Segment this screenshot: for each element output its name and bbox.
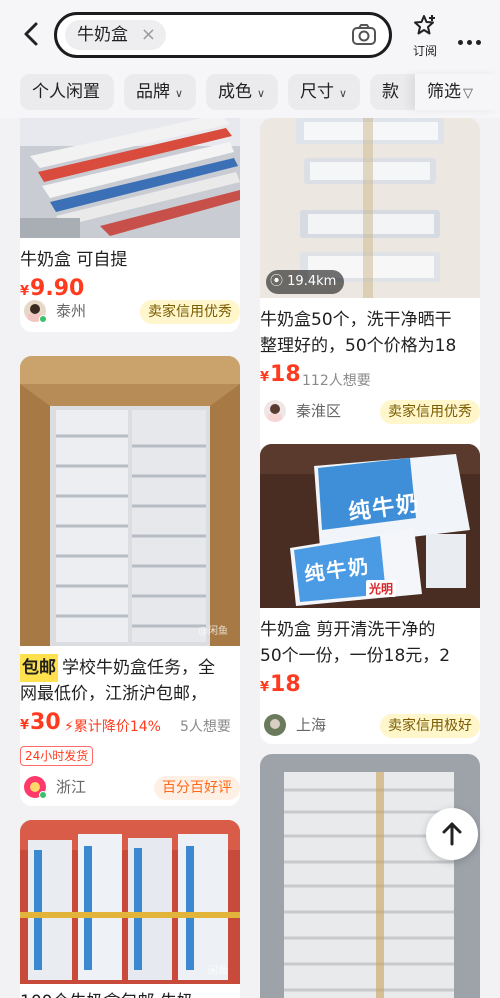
funnel-icon: ▽ <box>463 86 473 101</box>
online-status-dot <box>39 315 47 323</box>
currency-symbol: ¥ <box>260 680 270 695</box>
product-feed: 牛奶盒 可自提 ¥9.90 泰州 卖家信用优秀 ⦿ 19.4km 牛奶盒50个，… <box>0 118 500 998</box>
seller-row[interactable]: 上海 卖家信用极好 <box>264 714 480 742</box>
chevron-down-icon: ∨ <box>339 87 348 100</box>
product-card[interactable]: 闲鱼 100个牛奶盒包邮 牛奶 <box>20 820 240 998</box>
want-count: 112人想要 <box>302 373 371 389</box>
product-title-line-2[interactable]: 50个一份，一份18元，2 <box>260 642 450 670</box>
filter-label: 个人闲置 <box>32 82 100 102</box>
product-image[interactable] <box>20 820 240 984</box>
product-card[interactable]: 牛奶盒 可自提 ¥9.90 泰州 卖家信用优秀 <box>20 118 240 332</box>
star-add-icon <box>414 15 435 35</box>
product-title-line-2[interactable]: 整理好的，50个价格为18 <box>260 332 456 360</box>
product-title-line-2[interactable]: 网最低价，江浙沪包邮， <box>20 680 207 708</box>
price-value: 18 <box>270 362 301 387</box>
product-title-line-1[interactable]: 牛奶盒50个，洗干净晒干 <box>260 306 452 334</box>
subscribe-label: 订阅 <box>412 44 437 58</box>
credit-badge: 卖家信用极好 <box>380 714 480 738</box>
product-price: ¥9.90 <box>20 276 84 301</box>
filter-personal-idle[interactable]: 个人闲置 <box>20 74 114 110</box>
product-price: ¥18 <box>260 672 301 697</box>
filter-condition[interactable]: 成色 ∨ <box>206 74 278 110</box>
price-value: 9.90 <box>30 276 85 301</box>
price-drop-label: ⚡累计降价14% <box>64 716 161 736</box>
seller-location: 浙江 <box>56 778 87 796</box>
product-price: ¥30 <box>20 710 61 735</box>
credit-badge: 卖家信用优秀 <box>140 300 240 324</box>
product-card[interactable] <box>260 754 480 998</box>
top-bar: 牛奶盒 × 订阅 <box>0 0 500 68</box>
ship-24h-tag: 24小时发货 <box>20 746 94 766</box>
arrow-up-icon <box>442 822 462 846</box>
filter-label: 款 <box>382 82 399 102</box>
filter-bar: 个人闲置 品牌 ∨ 成色 ∨ 尺寸 ∨ 款 筛选 ▽ <box>0 68 500 118</box>
product-title-line-1[interactable]: 100个牛奶盒包邮 牛奶 <box>20 988 194 998</box>
more-options-icon[interactable] <box>458 30 486 45</box>
search-input[interactable]: 牛奶盒 × <box>54 12 392 58</box>
currency-symbol: ¥ <box>20 718 30 733</box>
product-image[interactable] <box>20 356 240 646</box>
filter-size[interactable]: 尺寸 ∨ <box>288 74 360 110</box>
filter-label: 品牌 <box>136 82 170 102</box>
free-shipping-tag: 包邮 <box>20 654 58 682</box>
seller-location: 秦淮区 <box>296 402 342 420</box>
distance-badge: ⦿ 19.4km <box>266 270 345 294</box>
clear-icon[interactable]: × <box>141 20 156 50</box>
filter-label: 尺寸 <box>300 82 334 102</box>
product-title-line-1[interactable]: 包邮 学校牛奶盒任务，全 <box>20 654 240 682</box>
filter-brand[interactable]: 品牌 ∨ <box>124 74 196 110</box>
seller-row[interactable]: 秦淮区 卖家信用优秀 <box>264 400 480 428</box>
currency-symbol: ¥ <box>20 284 30 299</box>
product-title-line-1[interactable]: 牛奶盒 剪开清洗干净的 <box>260 616 435 644</box>
rating-badge: 百分百好评 <box>154 776 240 800</box>
location-pin-icon: ⦿ <box>270 274 284 289</box>
price-value: 30 <box>30 710 61 735</box>
filter-screen-label: 筛选 <box>427 82 461 102</box>
online-status-dot <box>39 791 47 799</box>
avatar <box>264 400 286 422</box>
product-image[interactable] <box>20 118 240 238</box>
distance-value: 19.4km <box>287 274 337 289</box>
filter-label: 成色 <box>218 82 252 102</box>
search-query-text: 牛奶盒 <box>77 25 128 45</box>
product-title-text: 学校牛奶盒任务，全 <box>62 658 215 678</box>
back-arrow-icon[interactable] <box>18 20 46 48</box>
subscribe-button[interactable]: 订阅 <box>406 14 444 58</box>
back-to-top-button[interactable] <box>426 808 478 860</box>
chevron-down-icon: ∨ <box>175 87 184 100</box>
seller-location: 上海 <box>296 716 327 734</box>
filter-screen-button[interactable]: 筛选 ▽ <box>415 74 500 110</box>
camera-icon[interactable] <box>351 23 377 47</box>
search-query-chip[interactable]: 牛奶盒 × <box>65 20 166 50</box>
credit-badge: 卖家信用优秀 <box>380 400 480 424</box>
product-title[interactable]: 牛奶盒 可自提 <box>20 246 127 274</box>
price-drop-text: 累计降价14% <box>73 719 161 735</box>
image-watermark: @闲鱼 <box>198 626 228 637</box>
product-image[interactable] <box>260 754 480 998</box>
image-watermark: 闲鱼 <box>208 966 228 977</box>
avatar <box>264 714 286 736</box>
seller-row[interactable]: 浙江 百分百好评 <box>24 776 240 804</box>
chevron-down-icon: ∨ <box>257 87 266 100</box>
product-card[interactable]: ⦿ 19.4km 牛奶盒50个，洗干净晒干 整理好的，50个价格为18 ¥18 … <box>260 118 480 458</box>
product-card[interactable]: @闲鱼 包邮 学校牛奶盒任务，全 网最低价，江浙沪包邮， ¥30 ⚡累计降价14%… <box>20 356 240 806</box>
want-count: 5人想要 <box>180 719 231 735</box>
lightning-icon: ⚡ <box>64 719 74 735</box>
product-card[interactable]: 纯牛奶 纯牛奶 光明 牛奶盒 剪开清洗干净的 50个一份，一份18元，2 ¥18… <box>260 444 480 744</box>
seller-row[interactable]: 泰州 卖家信用优秀 <box>24 300 240 328</box>
currency-symbol: ¥ <box>260 370 270 385</box>
brand-logo-text: 光明 <box>366 580 397 597</box>
price-value: 18 <box>270 672 301 697</box>
product-price: ¥18 <box>260 362 301 387</box>
seller-location: 泰州 <box>56 302 87 320</box>
